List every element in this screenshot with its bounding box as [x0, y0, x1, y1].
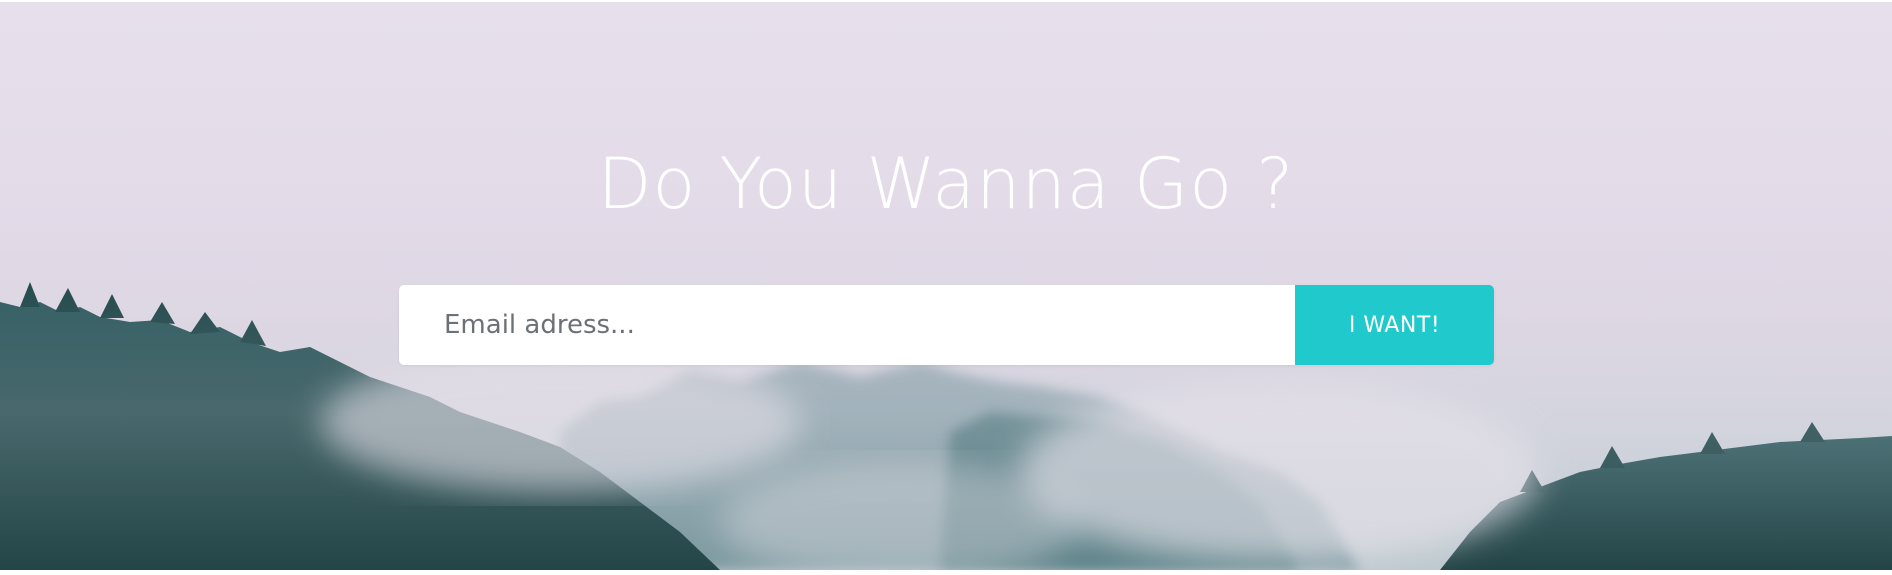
page: Do You Wanna Go ? I WANT! — [0, 0, 1892, 575]
subscribe-form: I WANT! — [399, 285, 1494, 365]
i-want-button[interactable]: I WANT! — [1295, 285, 1494, 365]
hero-title: Do You Wanna Go ? — [597, 143, 1295, 225]
email-input[interactable] — [399, 285, 1295, 365]
hero-section: Do You Wanna Go ? I WANT! — [0, 2, 1892, 570]
